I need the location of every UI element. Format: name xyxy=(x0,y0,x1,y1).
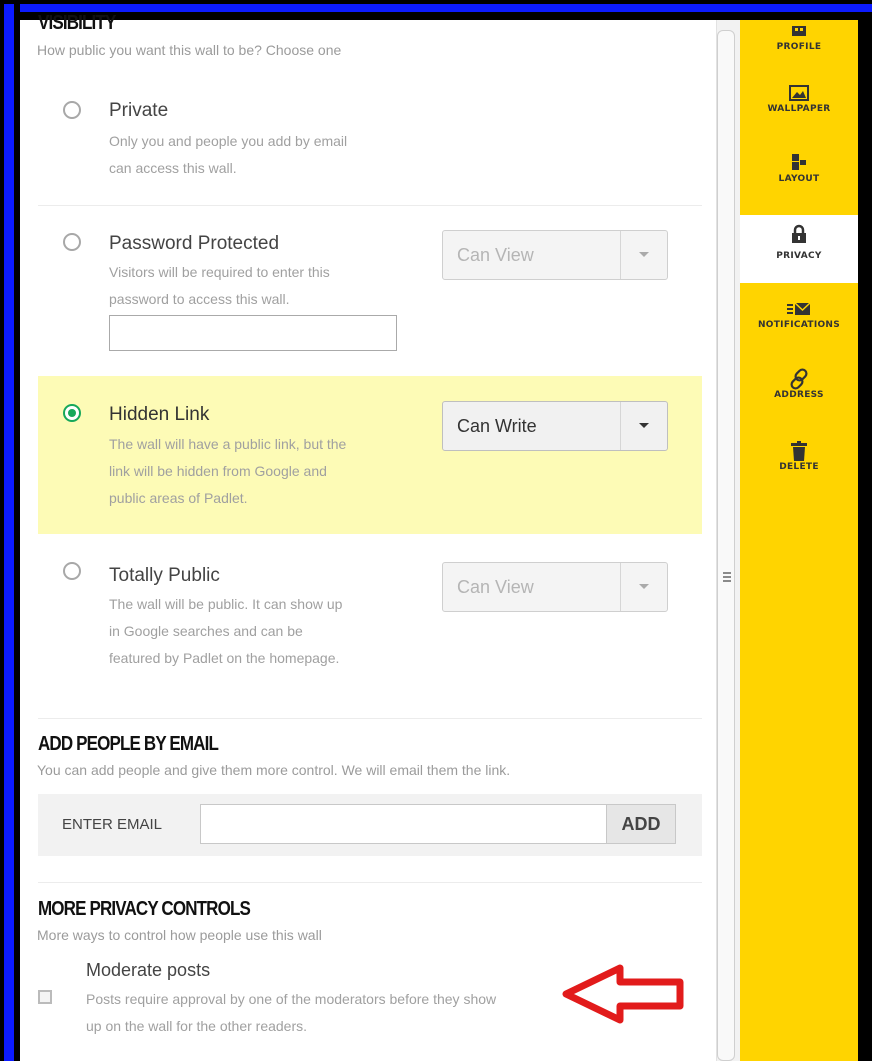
sidebar-item-label: PRIVACY xyxy=(776,251,822,261)
sidebar-item-profile[interactable]: PROFILE xyxy=(740,20,858,70)
password-input[interactable] xyxy=(109,315,397,351)
dropdown-toggle[interactable] xyxy=(620,563,667,611)
password-protected-label: Password Protected xyxy=(109,233,280,254)
profile-icon xyxy=(740,20,858,42)
sidebar-item-layout[interactable]: LAYOUT xyxy=(740,152,858,212)
dropdown-toggle[interactable] xyxy=(620,402,667,450)
visibility-subtitle: How public you want this wall to be? Cho… xyxy=(37,42,342,58)
hidden-link-desc-line2: link will be hidden from Google and xyxy=(109,463,327,479)
sidebar-item-label: LAYOUT xyxy=(778,174,820,184)
envelope-icon xyxy=(740,298,858,320)
totally-public-radio[interactable] xyxy=(63,562,81,580)
private-desc-line2: can access this wall. xyxy=(109,160,237,176)
public-permission-value: Can View xyxy=(457,577,534,597)
sidebar-item-delete[interactable]: DELETE xyxy=(740,440,858,500)
hidden-link-permission-value: Can Write xyxy=(457,416,537,436)
password-permission-value: Can View xyxy=(457,245,534,265)
hidden-link-permission-select[interactable]: Can Write xyxy=(442,401,668,451)
link-icon xyxy=(740,368,858,390)
scrollbar-thumb[interactable] xyxy=(717,30,735,1061)
add-people-heading: ADD PEOPLE BY EMAIL xyxy=(38,733,219,755)
sidebar-item-label: PROFILE xyxy=(776,42,822,52)
layout-icon xyxy=(740,152,858,174)
sidebar-item-privacy[interactable]: PRIVACY xyxy=(740,215,858,283)
sidebar-item-label: ADDRESS xyxy=(774,390,824,400)
password-protected-radio[interactable] xyxy=(63,233,81,251)
annotation-border-top xyxy=(0,4,872,12)
hidden-link-label: Hidden Link xyxy=(109,404,210,425)
dropdown-toggle[interactable] xyxy=(620,231,667,279)
lock-icon xyxy=(740,223,858,245)
sidebar-item-address[interactable]: ADDRESS xyxy=(740,368,858,428)
moderate-posts-desc-line1: Posts require approval by one of the mod… xyxy=(86,991,497,1007)
scroll-grip-icon xyxy=(723,572,731,586)
private-label: Private xyxy=(109,100,169,121)
private-radio[interactable] xyxy=(63,101,81,119)
totally-public-desc-line3: featured by Padlet on the homepage. xyxy=(109,650,340,666)
sidebar-item-notifications[interactable]: NOTIFICATIONS xyxy=(740,298,858,358)
totally-public-label: Totally Public xyxy=(109,565,220,586)
hidden-link-desc-line1: The wall will have a public link, but th… xyxy=(109,436,347,452)
private-desc-line1: Only you and people you add by email xyxy=(109,133,348,149)
sidebar-item-label: DELETE xyxy=(779,462,819,472)
moderate-posts-label: Moderate posts xyxy=(86,960,211,980)
moderate-posts-checkbox[interactable] xyxy=(38,990,52,1004)
more-privacy-heading: MORE PRIVACY CONTROLS xyxy=(38,898,251,920)
annotation-arrow-icon xyxy=(562,964,684,1024)
add-email-button[interactable]: ADD xyxy=(606,804,676,844)
more-privacy-subtitle: More ways to control how people use this… xyxy=(37,927,322,943)
password-protected-desc-line2: password to access this wall. xyxy=(109,291,290,307)
email-field-label: ENTER EMAIL xyxy=(62,816,163,833)
divider xyxy=(38,205,702,206)
divider xyxy=(38,882,702,883)
sidebar-item-label: WALLPAPER xyxy=(767,104,831,114)
add-people-subtitle: You can add people and give them more co… xyxy=(37,762,511,778)
chevron-down-icon xyxy=(639,584,649,589)
password-permission-select[interactable]: Can View xyxy=(442,230,668,280)
sidebar-item-wallpaper[interactable]: WALLPAPER xyxy=(740,82,858,142)
totally-public-desc-line2: in Google searches and can be xyxy=(109,623,303,639)
sidebar-item-label: NOTIFICATIONS xyxy=(757,320,841,330)
chevron-down-icon xyxy=(639,252,649,257)
divider xyxy=(38,718,702,719)
settings-sidebar: PROFILE WALLPAPER LAYOUT PRIVACY NOTIFIC… xyxy=(740,20,858,1061)
chevron-down-icon xyxy=(639,423,649,428)
annotation-border-left xyxy=(4,4,14,1061)
wallpaper-icon xyxy=(740,82,858,104)
moderate-posts-desc-line2: up on the wall for the other readers. xyxy=(86,1018,308,1034)
public-permission-select[interactable]: Can View xyxy=(442,562,668,612)
hidden-link-desc-line3: public areas of Padlet. xyxy=(109,490,248,506)
hidden-link-radio[interactable] xyxy=(63,404,81,422)
password-protected-desc-line1: Visitors will be required to enter this xyxy=(109,264,330,280)
visibility-heading: VISIBILITY xyxy=(38,12,116,34)
email-input[interactable] xyxy=(200,804,608,844)
trash-icon xyxy=(740,440,858,462)
totally-public-desc-line1: The wall will be public. It can show up xyxy=(109,596,343,612)
